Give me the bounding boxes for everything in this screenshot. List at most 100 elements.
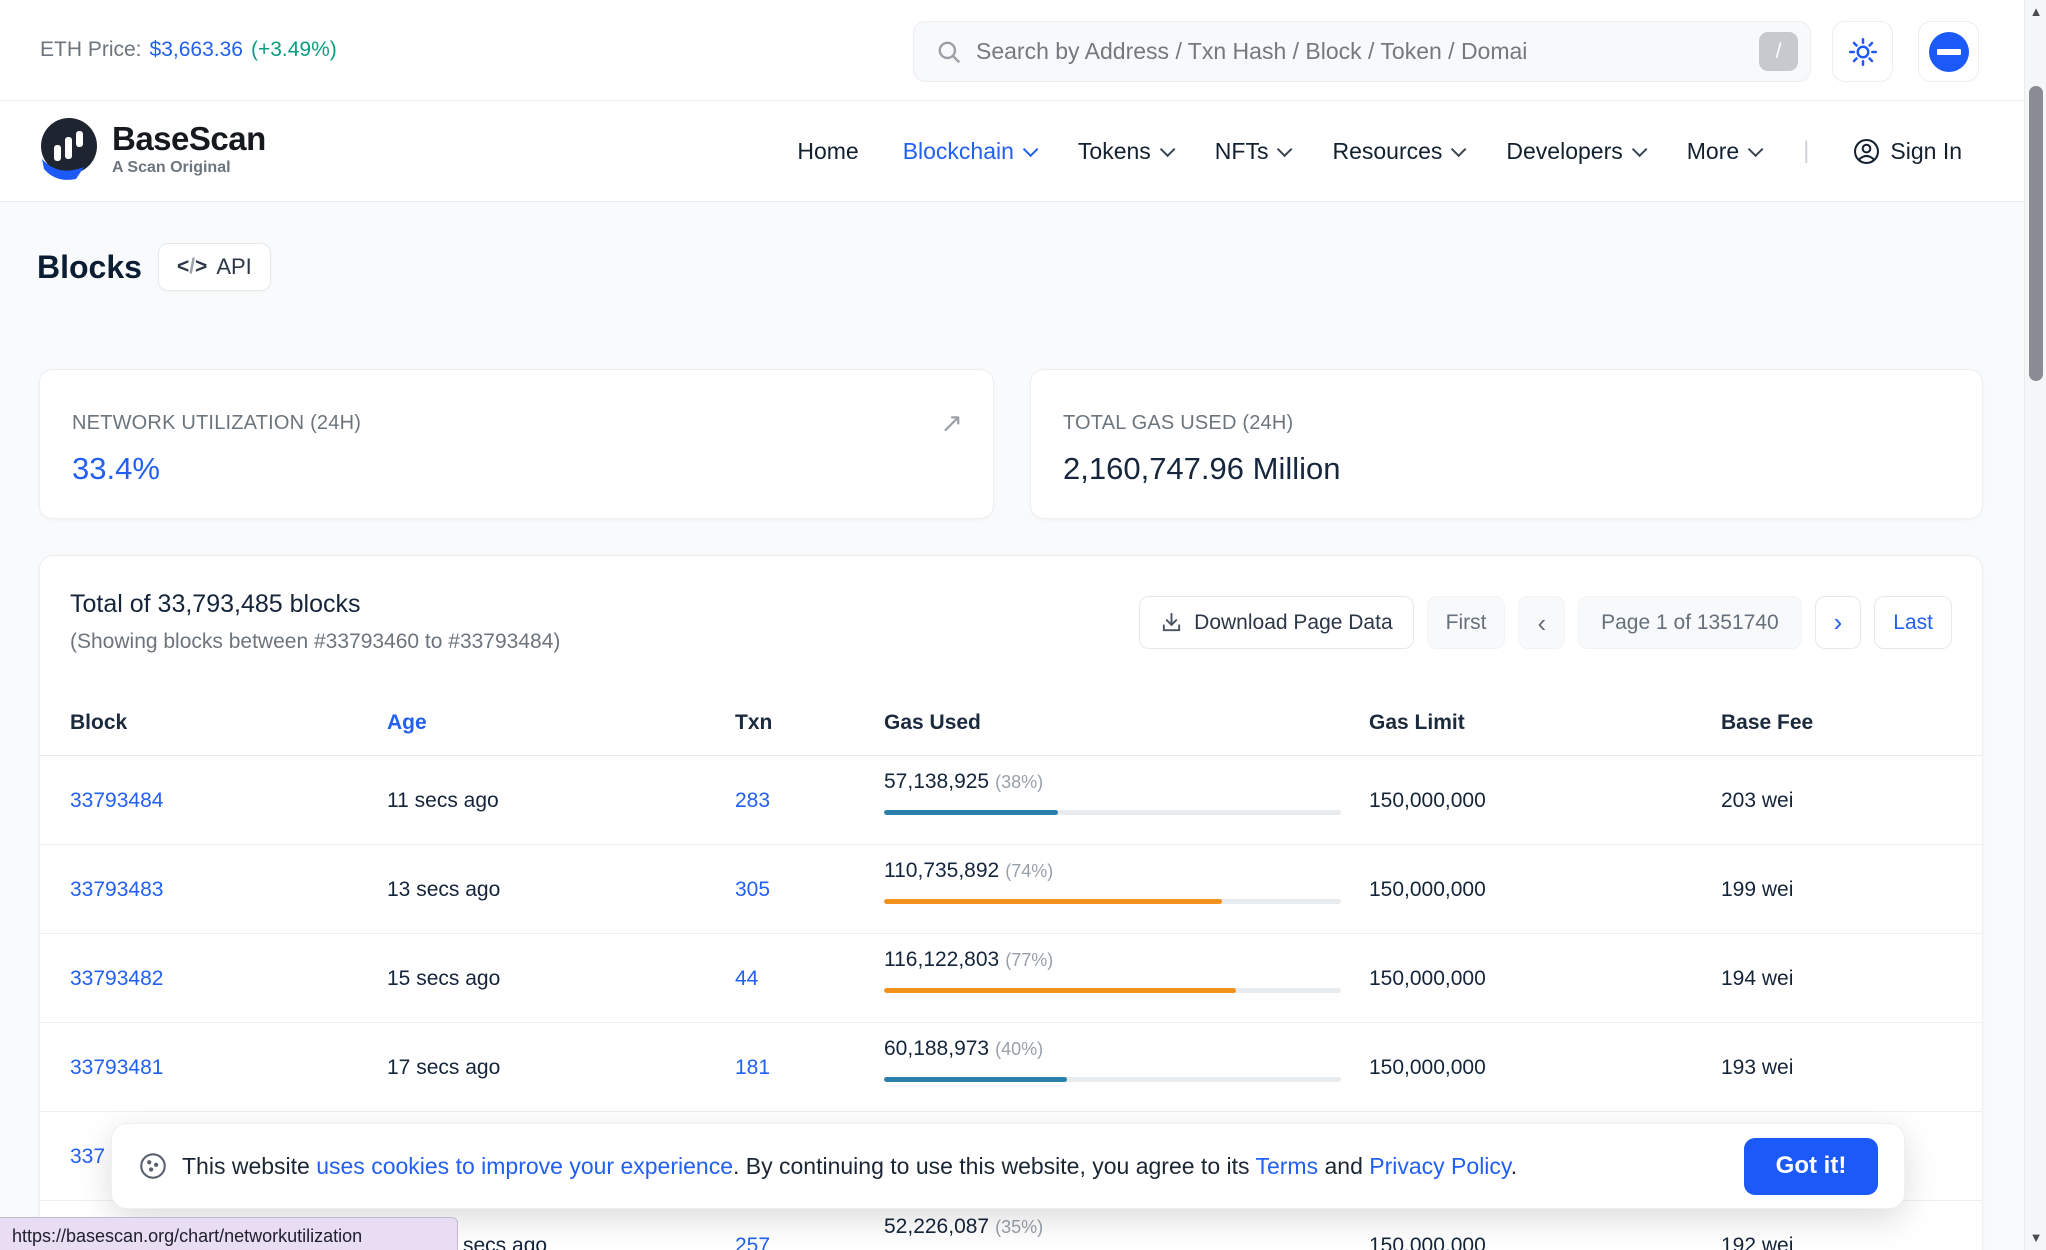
table-row: 33793482 15 secs ago 44 116,122,803(77%)… (40, 934, 1982, 1023)
top-bar: ETH Price: $3,663.36 (+3.49%) / (0, 0, 2046, 101)
theme-toggle-button[interactable] (1832, 21, 1893, 82)
header-block: Block (70, 691, 127, 755)
total-gas-used-label: TOTAL GAS USED (24H) (1063, 412, 1946, 435)
txn-count-link[interactable]: 305 (735, 878, 770, 902)
download-page-data-button[interactable]: Download Page Data (1139, 596, 1413, 649)
gas-used-percent: (40%) (995, 1039, 1043, 1059)
chevron-down-icon (1160, 141, 1176, 157)
basescan-logo-icon (40, 115, 98, 181)
code-icon: </> (177, 255, 207, 279)
block-number-link[interactable]: 33793484 (70, 789, 163, 813)
cookie-banner-text: This website uses cookies to improve you… (182, 1153, 1517, 1180)
nav-divider: | (1803, 137, 1809, 165)
search-bar[interactable]: / (913, 21, 1811, 82)
nav-label-tokens: Tokens (1078, 138, 1151, 165)
cookie-consent-banner: This website uses cookies to improve you… (111, 1123, 1905, 1209)
header-base-fee: Base Fee (1721, 691, 1813, 755)
base-fee-cell: 203 wei (1721, 756, 1793, 845)
page-title: Blocks (37, 249, 142, 286)
network-utilization-label: NETWORK UTILIZATION (24H) (72, 412, 957, 435)
nav-label-more: More (1687, 138, 1739, 165)
gas-used-percent: (77%) (1005, 950, 1053, 970)
gas-used-cell: 57,138,925(38%) (884, 770, 1341, 815)
sign-in-label: Sign In (1890, 138, 1962, 165)
block-number-link[interactable]: 337 (70, 1145, 105, 1169)
privacy-policy-link[interactable]: Privacy Policy (1369, 1153, 1510, 1179)
total-gas-used-card: TOTAL GAS USED (24H) 2,160,747.96 Millio… (1030, 369, 1983, 519)
age-cell: 15 secs ago (387, 934, 500, 1023)
gas-used-progress-bar (884, 899, 1341, 904)
nav-label-resources: Resources (1332, 138, 1442, 165)
eth-price-label: ETH Price: (40, 38, 142, 62)
total-gas-used-value: 2,160,747.96 Million (1063, 451, 1946, 487)
pagination-prev-button[interactable]: ‹ (1518, 596, 1565, 649)
terms-link[interactable]: Terms (1255, 1153, 1318, 1179)
base-fee-cell: 199 wei (1721, 845, 1793, 934)
txn-count-link[interactable]: 283 (735, 789, 770, 813)
brand-name: BaseScan (112, 120, 266, 158)
pagination-first-button[interactable]: First (1427, 596, 1506, 649)
chevron-down-icon (1277, 141, 1293, 157)
nav-item-resources[interactable]: Resources (1332, 138, 1462, 165)
nav-items: Home Blockchain Tokens NFTs Resources De… (797, 101, 1962, 201)
search-icon (936, 39, 962, 65)
gas-used-progress-bar (884, 1077, 1341, 1082)
nav-item-home[interactable]: Home (797, 138, 858, 165)
gas-used-percent: (35%) (995, 1217, 1043, 1237)
user-icon (1853, 138, 1880, 165)
gas-used-value: 52,226,087 (884, 1215, 989, 1238)
gas-used-progress-bar (884, 988, 1341, 993)
nav-item-developers[interactable]: Developers (1506, 138, 1642, 165)
table-row: 33793483 13 secs ago 305 110,735,892(74%… (40, 845, 1982, 934)
base-fee-cell: 194 wei (1721, 934, 1793, 1023)
cookie-icon (138, 1151, 168, 1181)
nav-item-more[interactable]: More (1687, 138, 1759, 165)
got-it-button[interactable]: Got it! (1744, 1138, 1878, 1195)
nav-item-blockchain[interactable]: Blockchain (903, 138, 1034, 165)
chevron-down-icon (1632, 141, 1648, 157)
scroll-up-arrow[interactable]: ▲ (2025, 0, 2046, 24)
search-input[interactable] (976, 38, 1759, 65)
cookies-info-link[interactable]: uses cookies to improve your experience (316, 1153, 733, 1179)
eth-price-value[interactable]: $3,663.36 (150, 38, 243, 62)
header-age[interactable]: Age (387, 691, 427, 755)
nav-item-nfts[interactable]: NFTs (1215, 138, 1289, 165)
base-logo-icon (1929, 32, 1969, 72)
header-gas-limit: Gas Limit (1369, 691, 1465, 755)
download-label: Download Page Data (1194, 611, 1392, 635)
vertical-scrollbar[interactable]: ▲ ▼ (2024, 0, 2046, 1250)
sign-in-button[interactable]: Sign In (1853, 138, 1962, 165)
txn-count-link[interactable]: 44 (735, 967, 758, 991)
external-link-arrow-icon[interactable]: ↗ (940, 410, 963, 437)
block-number-link[interactable]: 33793482 (70, 967, 163, 991)
chevron-down-icon (1451, 141, 1467, 157)
base-fee-cell: 193 wei (1721, 1023, 1793, 1112)
scroll-down-arrow[interactable]: ▼ (2025, 1226, 2046, 1250)
txn-count-link[interactable]: 181 (735, 1056, 770, 1080)
gas-used-value: 60,188,973 (884, 1037, 989, 1060)
table-row: 33793484 11 secs ago 283 57,138,925(38%)… (40, 756, 1982, 845)
txn-count-link[interactable]: 257 (735, 1234, 770, 1250)
pagination-page-indicator: Page 1 of 1351740 (1578, 596, 1802, 649)
gas-used-cell: 60,188,973 (40%) (884, 1037, 1341, 1082)
status-bar-url: https://basescan.org/chart/networkutiliz… (0, 1217, 458, 1250)
scrollbar-thumb[interactable] (2029, 86, 2043, 381)
page-head: Blocks </> API (37, 243, 271, 291)
basescan-logo[interactable]: BaseScan A Scan Original (40, 115, 266, 181)
total-blocks-text: Total of 33,793,485 blocks (70, 590, 360, 619)
header-txn: Txn (735, 691, 772, 755)
block-number-link[interactable]: 33793483 (70, 878, 163, 902)
gas-limit-cell: 150,000,000 (1369, 845, 1486, 934)
sun-icon (1848, 37, 1878, 67)
block-number-link[interactable]: 33793481 (70, 1056, 163, 1080)
pagination-last-button[interactable]: Last (1874, 596, 1952, 649)
gas-used-percent: (74%) (1005, 861, 1053, 881)
age-cell: secs ago (463, 1234, 547, 1250)
network-utilization-value: 33.4% (72, 451, 957, 487)
network-utilization-card: NETWORK UTILIZATION (24H) 33.4% ↗ (39, 369, 994, 519)
showing-blocks-text: (Showing blocks between #33793460 to #33… (70, 630, 560, 654)
nav-item-tokens[interactable]: Tokens (1078, 138, 1171, 165)
pagination-next-button[interactable]: › (1815, 596, 1862, 649)
api-button[interactable]: </> API (158, 243, 271, 291)
base-network-button[interactable] (1918, 21, 1979, 82)
